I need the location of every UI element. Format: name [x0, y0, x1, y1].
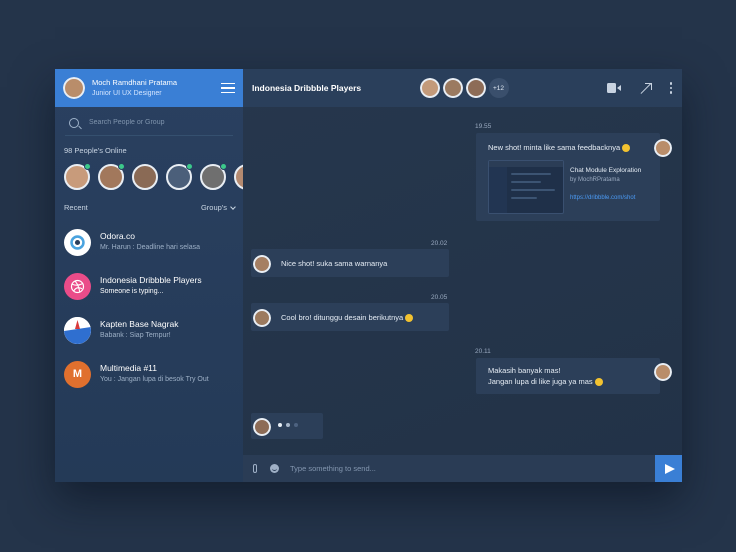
message-bubble: Cool bro! ditunggu desain berikutnya	[251, 303, 449, 331]
sender-avatar[interactable]	[253, 309, 271, 327]
expand-arrow-icon[interactable]	[641, 82, 652, 94]
message-bubble: Nice shot! suka sama warnanya	[251, 249, 449, 277]
video-call-icon[interactable]	[606, 83, 621, 93]
conversation-name: Multimedia #11	[100, 363, 158, 373]
message-input[interactable]	[290, 464, 655, 473]
conversation-last-message: Babank : Siap Tempur!	[100, 332, 171, 339]
recent-label: Recent	[64, 203, 88, 212]
online-user-avatar[interactable]	[166, 164, 193, 190]
conversation-last-message: Someone is typing...	[100, 288, 164, 295]
conversation-item[interactable]: Indonesia Dribbble Players Someone is ty…	[55, 264, 243, 308]
conversation-name: Kapten Base Nagrak	[100, 319, 179, 329]
groups-filter-dropdown[interactable]: Group's	[200, 203, 236, 212]
sender-avatar[interactable]	[253, 418, 271, 436]
online-user-avatar[interactable]	[64, 164, 91, 190]
multimedia-logo: M	[64, 360, 91, 388]
send-button[interactable]	[655, 455, 682, 482]
message-text: New shot! minta like sama feedbacknya	[488, 143, 631, 153]
profile-header: Moch Ramdhani Pratama Junior UI UX Desig…	[55, 69, 243, 107]
profile-name: Moch Ramdhani Pratama	[92, 78, 178, 87]
message-composer	[243, 455, 682, 482]
message-text: Nice shot! suka sama warnanya	[281, 259, 388, 268]
message-timestamp: 20.11	[475, 348, 491, 355]
group-members[interactable]: +12	[419, 78, 509, 98]
hamburger-menu-icon[interactable]	[221, 82, 235, 94]
sidebar: Moch Ramdhani Pratama Junior UI UX Desig…	[55, 69, 243, 482]
message-bubble: New shot! minta like sama feedbacknya Ch…	[476, 133, 660, 221]
message-text: Jangan lupa di like juga ya mas	[488, 377, 603, 387]
message-text: Makasih banyak mas!	[488, 366, 561, 375]
more-options-icon[interactable]	[669, 82, 672, 94]
attachment-icon[interactable]	[253, 464, 257, 473]
conversation-name: Indonesia Dribbble Players	[100, 275, 202, 285]
conversation-name: Odora.co	[100, 231, 135, 241]
dribbble-logo-icon	[64, 272, 91, 300]
flag-logo-icon	[64, 316, 91, 344]
sender-avatar[interactable]	[654, 363, 672, 381]
online-count: 98 People's Online	[64, 146, 127, 155]
chat-header: Indonesia Dribbble Players +12	[243, 69, 682, 107]
chat-title: Indonesia Dribbble Players	[252, 83, 362, 93]
online-user-avatar[interactable]	[132, 164, 158, 190]
conversation-item[interactable]: Kapten Base Nagrak Babank : Siap Tempur!	[55, 308, 243, 352]
online-status-dot	[220, 164, 227, 170]
more-members-badge[interactable]: +12	[488, 78, 509, 98]
emoji-icon	[594, 378, 603, 387]
online-status-dot	[84, 164, 91, 170]
member-avatar[interactable]	[442, 78, 463, 98]
search-icon	[69, 117, 79, 128]
emoji-icon	[622, 144, 631, 153]
sender-avatar[interactable]	[253, 255, 271, 273]
online-users-row	[64, 164, 243, 190]
chat-panel: Indonesia Dribbble Players +12 19.55 New…	[243, 69, 682, 482]
user-avatar[interactable]	[63, 77, 85, 99]
chat-app-window: Moch Ramdhani Pratama Junior UI UX Desig…	[55, 69, 682, 482]
message-timestamp: 20.05	[431, 294, 448, 301]
profile-role: Junior UI UX Designer	[92, 90, 162, 97]
odora-logo-icon	[64, 228, 91, 256]
conversation-last-message: You : Jangan lupa di besok Try Out	[100, 376, 209, 383]
search-bar	[65, 110, 233, 136]
typing-dots	[278, 423, 298, 427]
recent-header: Recent Group's	[64, 203, 236, 212]
conversation-item[interactable]: Odora.co Mr. Harun : Deadline hari selas…	[55, 220, 243, 264]
online-status-dot	[186, 164, 193, 170]
shot-author: by MochRPratama	[570, 177, 620, 183]
message-text: Cool bro! ditunggu desain berikutnya	[281, 313, 414, 323]
shot-title: Chat Module Exploration	[570, 167, 642, 174]
message-bubble: Makasih banyak mas! Jangan lupa di like …	[476, 358, 660, 394]
online-user-avatar[interactable]	[200, 164, 227, 190]
chevron-down-icon	[230, 203, 236, 210]
sender-avatar[interactable]	[654, 139, 672, 157]
send-icon	[664, 463, 675, 474]
shot-preview-thumbnail[interactable]	[488, 160, 564, 214]
message-timestamp: 19.55	[475, 123, 492, 130]
groups-filter-label: Group's	[200, 203, 227, 212]
message-timestamp: 20.02	[431, 240, 448, 247]
member-avatar[interactable]	[465, 78, 486, 98]
emoji-picker-icon[interactable]	[270, 464, 279, 473]
emoji-icon	[405, 314, 414, 323]
search-input[interactable]	[89, 119, 229, 126]
conversation-item[interactable]: M Multimedia #11 You : Jangan lupa di be…	[55, 352, 243, 396]
online-user-avatar[interactable]	[234, 164, 243, 190]
online-user-avatar[interactable]	[98, 164, 125, 190]
shot-link[interactable]: https://dribbble.com/shot	[570, 195, 635, 201]
online-status-dot	[118, 164, 125, 170]
conversation-last-message: Mr. Harun : Deadline hari selasa	[100, 244, 200, 251]
member-avatar[interactable]	[419, 78, 440, 98]
